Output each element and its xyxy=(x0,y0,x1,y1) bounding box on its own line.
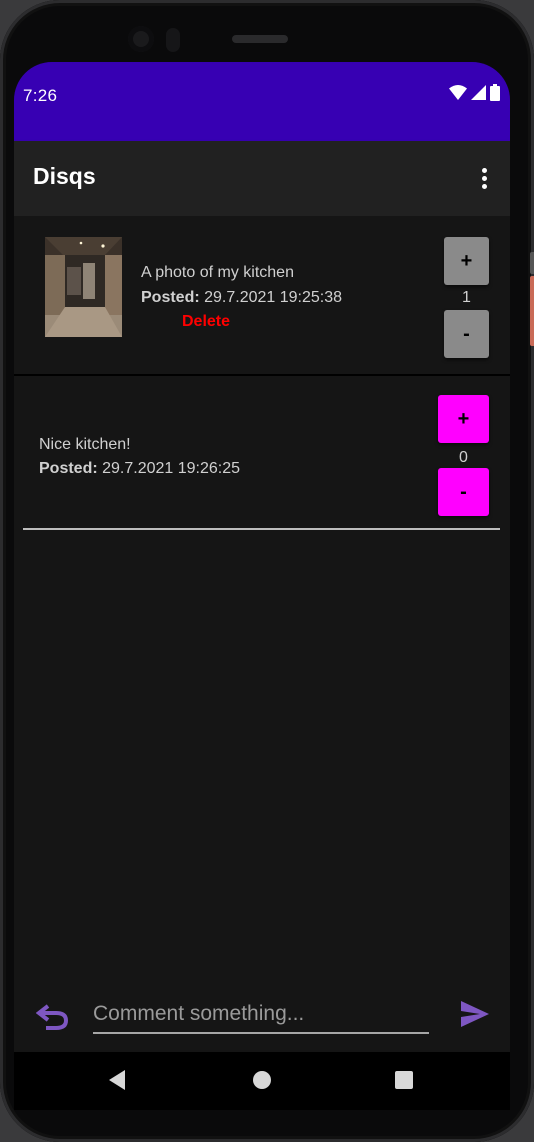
camera-sensor xyxy=(166,28,180,52)
post-caption: A photo of my kitchen xyxy=(141,264,294,281)
posted-label: Posted: xyxy=(141,289,200,306)
downvote-button[interactable]: - xyxy=(444,310,489,358)
comment-upvote-button[interactable]: + xyxy=(438,395,489,443)
status-time: 7:26 xyxy=(23,86,58,105)
comment-text: Nice kitchen! xyxy=(39,436,131,453)
kitchen-photo xyxy=(45,237,122,337)
front-camera xyxy=(128,26,154,52)
battery-icon xyxy=(490,84,500,101)
back-triangle-icon[interactable] xyxy=(108,1069,126,1091)
home-circle-icon[interactable] xyxy=(252,1069,272,1091)
status-bar: 7:26 xyxy=(14,62,510,141)
vote-score: 1 xyxy=(462,289,471,306)
post-image[interactable] xyxy=(45,237,122,337)
post-timestamp: Posted: 29.7.2021 19:25:38 xyxy=(141,289,342,307)
comment-vote-score: 0 xyxy=(459,449,468,466)
earpiece-speaker xyxy=(232,35,288,43)
comment-divider xyxy=(23,528,500,530)
comment-timestamp: Posted: 29.7.2021 19:26:25 xyxy=(39,460,240,478)
posted-time: 29.7.2021 19:26:25 xyxy=(102,460,241,477)
status-icons xyxy=(449,84,500,101)
comment-item: Nice kitchen! Posted: 29.7.2021 19:26:25… xyxy=(14,376,510,528)
more-vert-icon[interactable] xyxy=(472,163,496,193)
app-title: Disqs xyxy=(33,163,96,189)
send-icon[interactable] xyxy=(460,1000,490,1028)
posted-time: 29.7.2021 19:25:38 xyxy=(204,289,343,306)
posted-label: Posted: xyxy=(39,460,98,477)
app-bar: Disqs xyxy=(14,141,510,216)
power-button xyxy=(530,252,534,274)
comment-input-bar xyxy=(14,992,510,1052)
navigation-bar xyxy=(14,1052,510,1110)
signal-icon xyxy=(471,85,486,100)
post-card: A photo of my kitchen Posted: 29.7.2021 … xyxy=(14,216,510,376)
recents-square-icon[interactable] xyxy=(394,1069,414,1091)
comment-downvote-button[interactable]: - xyxy=(438,468,489,516)
wifi-icon xyxy=(449,85,467,100)
volume-button xyxy=(530,276,534,346)
phone-frame: 7:26 Disqs A photo of my kitchen Posted:… xyxy=(0,0,534,1142)
delete-button[interactable]: Delete xyxy=(182,313,230,331)
upvote-button[interactable]: + xyxy=(444,237,489,285)
screen: 7:26 Disqs A photo of my kitchen Posted:… xyxy=(14,62,510,1110)
comment-input[interactable] xyxy=(93,996,429,1034)
undo-icon[interactable] xyxy=(36,1002,70,1032)
